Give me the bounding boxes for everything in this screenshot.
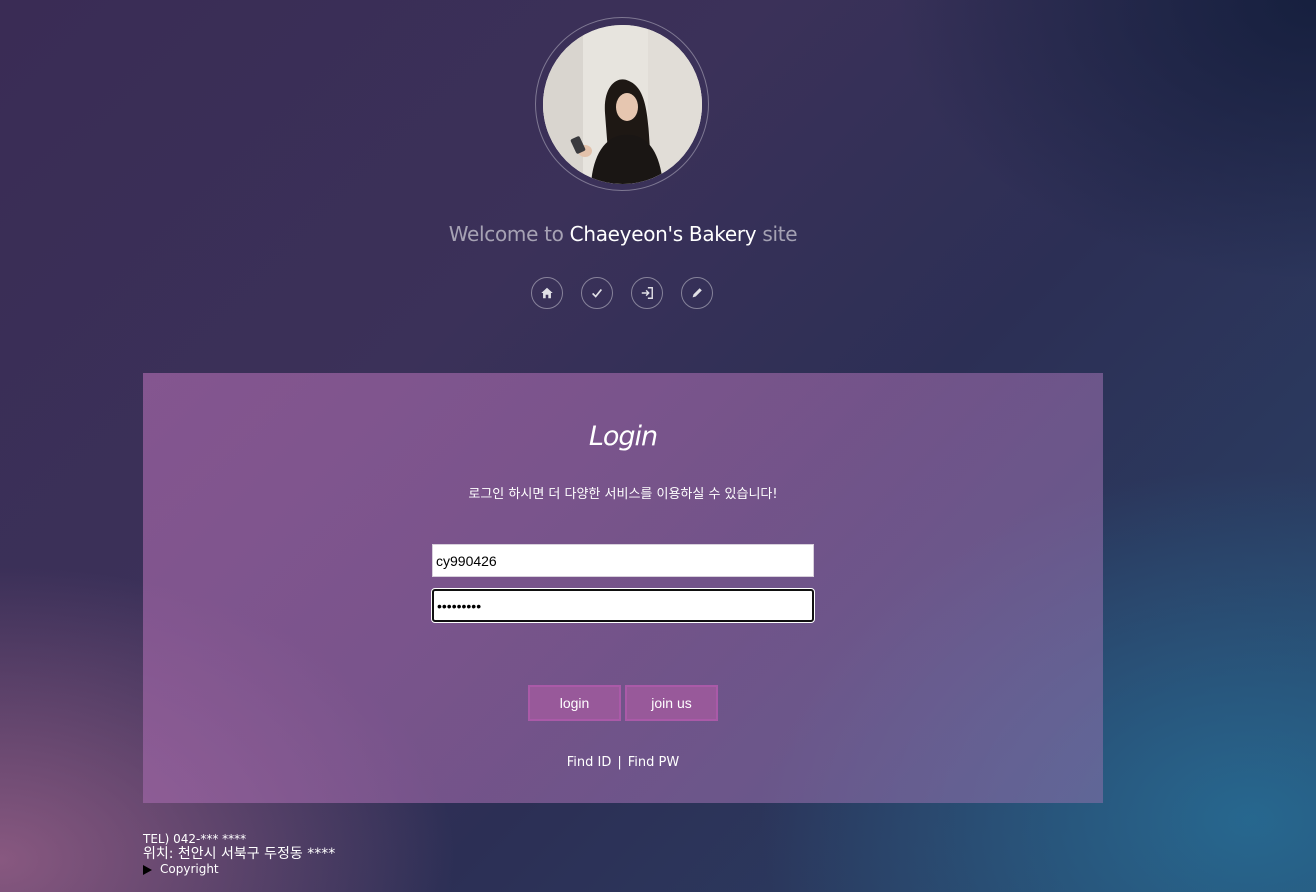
sign-in-icon[interactable] [631,277,663,309]
check-icon[interactable] [581,277,613,309]
welcome-suffix: site [756,222,798,246]
join-us-button[interactable]: join us [625,685,718,721]
find-links: Find ID | Find PW [143,755,1103,770]
brand-name: Chaeyeon's Bakery [569,222,757,246]
footer-address: 위치: 천안시 서북구 두정동 **** [143,846,336,862]
icon-nav [531,277,713,309]
link-separator: | [617,755,622,770]
home-icon[interactable] [531,277,563,309]
password-input[interactable] [432,589,814,622]
id-input[interactable] [432,544,814,577]
find-pw-link[interactable]: Find PW [628,755,679,770]
copyright-label: Copyright [160,862,219,876]
disclosure-triangle-icon [143,864,152,875]
welcome-heading: Welcome to Chaeyeon's Bakery site [0,222,1246,246]
find-id-link[interactable]: Find ID [567,755,612,770]
pencil-icon[interactable] [681,277,713,309]
footer-tel: TEL) 042-*** **** [143,832,247,846]
footer: TEL) 042-*** **** 위치: 천안시 서북구 두정동 **** C… [143,832,335,877]
welcome-prefix: Welcome to [448,222,570,246]
login-panel: Login 로그인 하시면 더 다양한 서비스를 이용하실 수 있습니다! lo… [143,373,1103,803]
login-title: Login [588,421,658,452]
avatar [543,25,702,184]
copyright-toggle[interactable]: Copyright [143,862,335,877]
login-button[interactable]: login [528,685,621,721]
login-description: 로그인 하시면 더 다양한 서비스를 이용하실 수 있습니다! [468,487,778,502]
